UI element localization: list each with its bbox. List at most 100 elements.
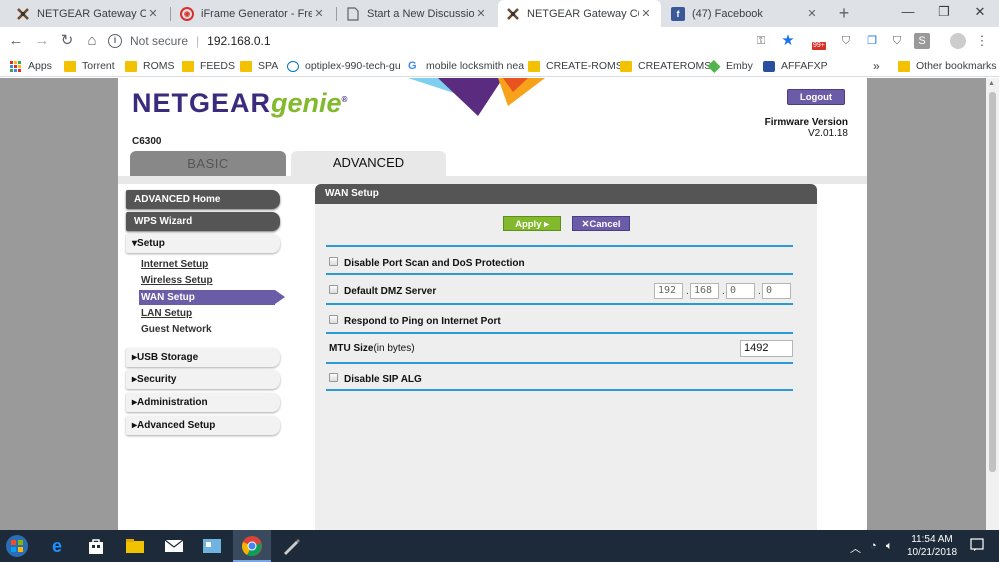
scrollbar-thumb[interactable] [989,92,996,472]
emby-icon [707,59,721,73]
copy-extension-icon[interactable]: ❐ [864,33,880,49]
apply-button[interactable]: Apply ▸ [503,216,561,231]
menu-usb-storage[interactable]: ▸USB Storage [126,348,280,367]
bookmark-emby[interactable]: Emby [707,58,753,74]
star-bookmark-icon[interactable]: ★ [780,33,796,49]
bookmark-feeds[interactable]: FEEDS [182,58,235,74]
respond-ping-label: Respond to Ping on Internet Port [344,316,501,327]
s-extension-icon[interactable]: S [914,33,930,49]
extension-badge-icon[interactable]: 99+ [812,33,830,50]
bookmark-create-roms[interactable]: CREATE-ROMS [528,58,623,74]
minimize-button[interactable]: — [898,4,918,19]
browser-toolbar: ← → ↻ ⌂ i Not secure | 192.168.0.1 ⚿ ★ 9… [0,27,999,55]
network-icon[interactable]: ◔ [870,540,877,552]
respond-ping-checkbox[interactable] [329,315,338,324]
dmz-ip-octet-1[interactable]: 192 [654,283,683,299]
divider [326,332,793,334]
bookmark-affafxp[interactable]: AFFAFXP [763,58,828,74]
extension-badge: 99+ [812,42,826,50]
close-window-button[interactable]: ✕ [970,4,990,20]
chrome-icon[interactable] [240,534,264,558]
page-scrollbar[interactable]: ▲ [986,78,999,530]
mtu-size-input[interactable]: 1492 [740,340,793,357]
restore-button[interactable]: ❐ [934,4,954,20]
close-tab-icon[interactable]: ✕ [639,7,653,20]
disable-port-scan-checkbox[interactable] [329,257,338,266]
cancel-label: Cancel [589,219,621,230]
back-arrow-icon[interactable]: ← [6,31,26,51]
cancel-button[interactable]: ✕Cancel [572,216,630,231]
submenu-wireless-setup[interactable]: Wireless Setup [141,274,213,288]
shield-extension-icon[interactable]: ⛉ [838,33,854,49]
browser-tab-3[interactable]: Start a New Discussion - NE ✕ [338,0,496,27]
app-icon [763,60,775,72]
close-tab-icon[interactable]: ✕ [474,7,488,20]
reload-icon[interactable]: ↻ [57,31,77,51]
ip-dot: . [758,286,761,297]
menu-advanced-home[interactable]: ADVANCED Home [126,190,280,209]
dmz-ip-octet-3[interactable]: 0 [726,283,755,299]
clock-date: 10/21/2018 [906,547,958,558]
submenu-internet-setup[interactable]: Internet Setup [141,258,208,272]
browser-tab-2[interactable]: ◉ iFrame Generator - Free On ✕ [172,0,334,27]
bookmark-optiplex[interactable]: optiplex-990-tech-gu [287,58,401,74]
store-icon[interactable] [84,534,108,558]
file-explorer-icon[interactable] [123,534,147,558]
disable-sip-alg-checkbox[interactable] [329,373,338,382]
firmware-label: Firmware Version [764,117,848,128]
menu-administration[interactable]: ▸Administration [126,393,280,412]
close-tab-icon[interactable]: ✕ [805,7,819,20]
volume-icon[interactable]: 🔈︎ [886,540,893,553]
key-icon[interactable]: ⚿ [753,33,769,49]
new-tab-button[interactable]: + [834,3,854,24]
profile-avatar-icon[interactable] [950,33,966,49]
address-bar[interactable]: i Not secure | 192.168.0.1 [108,30,808,52]
forward-arrow-icon[interactable]: → [32,31,52,51]
mail-icon[interactable] [162,534,186,558]
bookmark-roms[interactable]: ROMS [125,58,175,74]
browser-tab-1[interactable]: NETGEAR Gateway C6300 ✕ [8,0,168,27]
shield-extension-icon-2[interactable]: ⛉ [889,33,905,49]
home-icon[interactable]: ⌂ [82,31,102,51]
kebab-menu-icon[interactable]: ⋮ [974,33,990,49]
edge-browser-icon[interactable]: e [45,534,69,558]
folder-icon [64,60,76,72]
tray-chevron-icon[interactable]: ︿ [850,540,861,556]
control-panel-icon[interactable] [200,534,224,558]
apps-grid-icon [10,60,22,72]
windows-start-icon[interactable] [5,534,29,558]
bookmark-other[interactable]: Other bookmarks [898,58,997,74]
submenu-guest-network[interactable]: Guest Network [141,323,212,337]
bookmark-apps[interactable]: Apps [10,58,52,74]
taskbar-clock[interactable]: 11:54 AM 10/21/2018 [901,533,963,559]
info-icon[interactable]: i [108,34,122,48]
dmz-ip-octet-2[interactable]: 168 [690,283,719,299]
browser-tab-5[interactable]: f (47) Facebook ✕ [663,0,827,27]
url-text[interactable]: 192.168.0.1 [207,34,270,48]
dmz-ip-octet-4[interactable]: 0 [762,283,791,299]
menu-setup[interactable]: ▾Setup [126,234,280,253]
submenu-lan-setup[interactable]: LAN Setup [141,307,192,321]
submenu-wan-setup-active[interactable]: WAN Setup [139,290,285,305]
close-tab-icon[interactable]: ✕ [146,7,160,20]
browser-tab-title: (47) Facebook [692,7,763,20]
tab-basic[interactable]: BASIC [130,151,286,176]
scroll-up-icon[interactable]: ▲ [988,80,995,87]
bookmark-createroms[interactable]: CREATEROMS [620,58,711,74]
browser-tab-4-active[interactable]: NETGEAR Gateway C6300 ✕ [498,0,661,27]
notifications-icon[interactable] [970,538,984,555]
default-dmz-checkbox[interactable] [329,285,338,294]
close-tab-icon[interactable]: ✕ [312,7,326,20]
bookmark-label: Other bookmarks [916,60,997,72]
bookmark-torrent[interactable]: Torrent [64,58,115,74]
dell-icon [287,60,299,72]
menu-advanced-setup[interactable]: ▸Advanced Setup [126,416,280,435]
logout-button[interactable]: Logout [787,89,845,105]
tab-advanced[interactable]: ADVANCED [291,151,446,176]
menu-security[interactable]: ▸Security [126,370,280,389]
pen-tool-icon[interactable] [279,534,303,558]
bookmarks-overflow-button[interactable]: » [873,58,880,74]
bookmark-locksmith[interactable]: G mobile locksmith nea [408,58,524,74]
menu-wps-wizard[interactable]: WPS Wizard [126,212,280,231]
bookmark-spa[interactable]: SPA [240,58,278,74]
